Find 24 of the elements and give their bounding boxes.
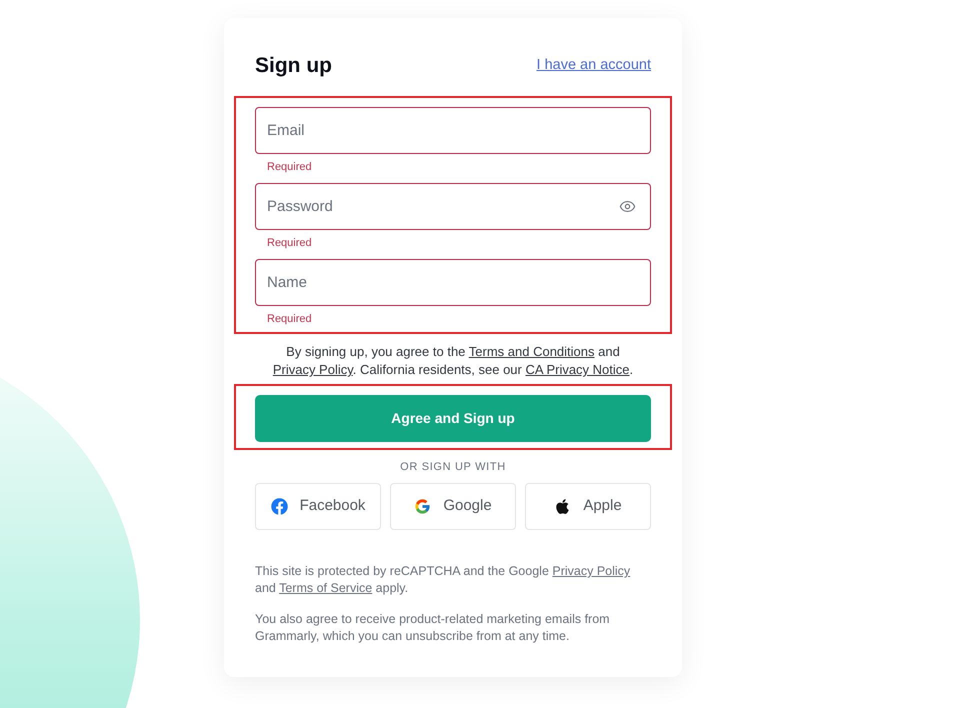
eye-icon[interactable]: [619, 198, 636, 215]
text-link[interactable]: Privacy Policy: [272, 362, 353, 377]
divider-label: OR SIGN UP WITH: [400, 460, 506, 474]
login-link[interactable]: I have an account: [536, 55, 651, 77]
text-link[interactable]: Terms of Service: [279, 581, 372, 595]
text-link[interactable]: CA Privacy Notice: [525, 362, 630, 377]
error-text: Required: [267, 236, 312, 250]
google-logo-icon: [414, 498, 432, 515]
social-signup-button[interactable]: Apple: [525, 483, 651, 530]
input-field[interactable]: Name: [255, 259, 651, 306]
error-text: Required: [267, 160, 312, 174]
social-signup-button[interactable]: Google: [390, 483, 516, 530]
text-link[interactable]: Privacy Policy: [552, 564, 630, 578]
input-field[interactable]: Email: [255, 107, 651, 154]
social-signup-button[interactable]: Facebook: [255, 483, 381, 530]
agreement-text: By signing up, you agree to the Terms and Conditions and Privacy Policy. California residents, see our CA Privacy Notice.: [272, 343, 634, 379]
form-title: Sign up: [255, 53, 332, 79]
facebook-logo-icon: [270, 498, 288, 515]
notice-text: You also agree to receive product-related marketing emails from Grammarly, which you can unsubscribe from at any time.: [255, 611, 611, 645]
apple-logo-icon: [554, 498, 572, 515]
error-text: Required: [267, 312, 312, 326]
password-field[interactable]: Password: [255, 183, 651, 230]
notice-text: This site is protected by reCAPTCHA and the Google Privacy Policy and Terms of Service apply.: [255, 563, 632, 597]
text-link[interactable]: Terms and Conditions: [468, 344, 595, 359]
